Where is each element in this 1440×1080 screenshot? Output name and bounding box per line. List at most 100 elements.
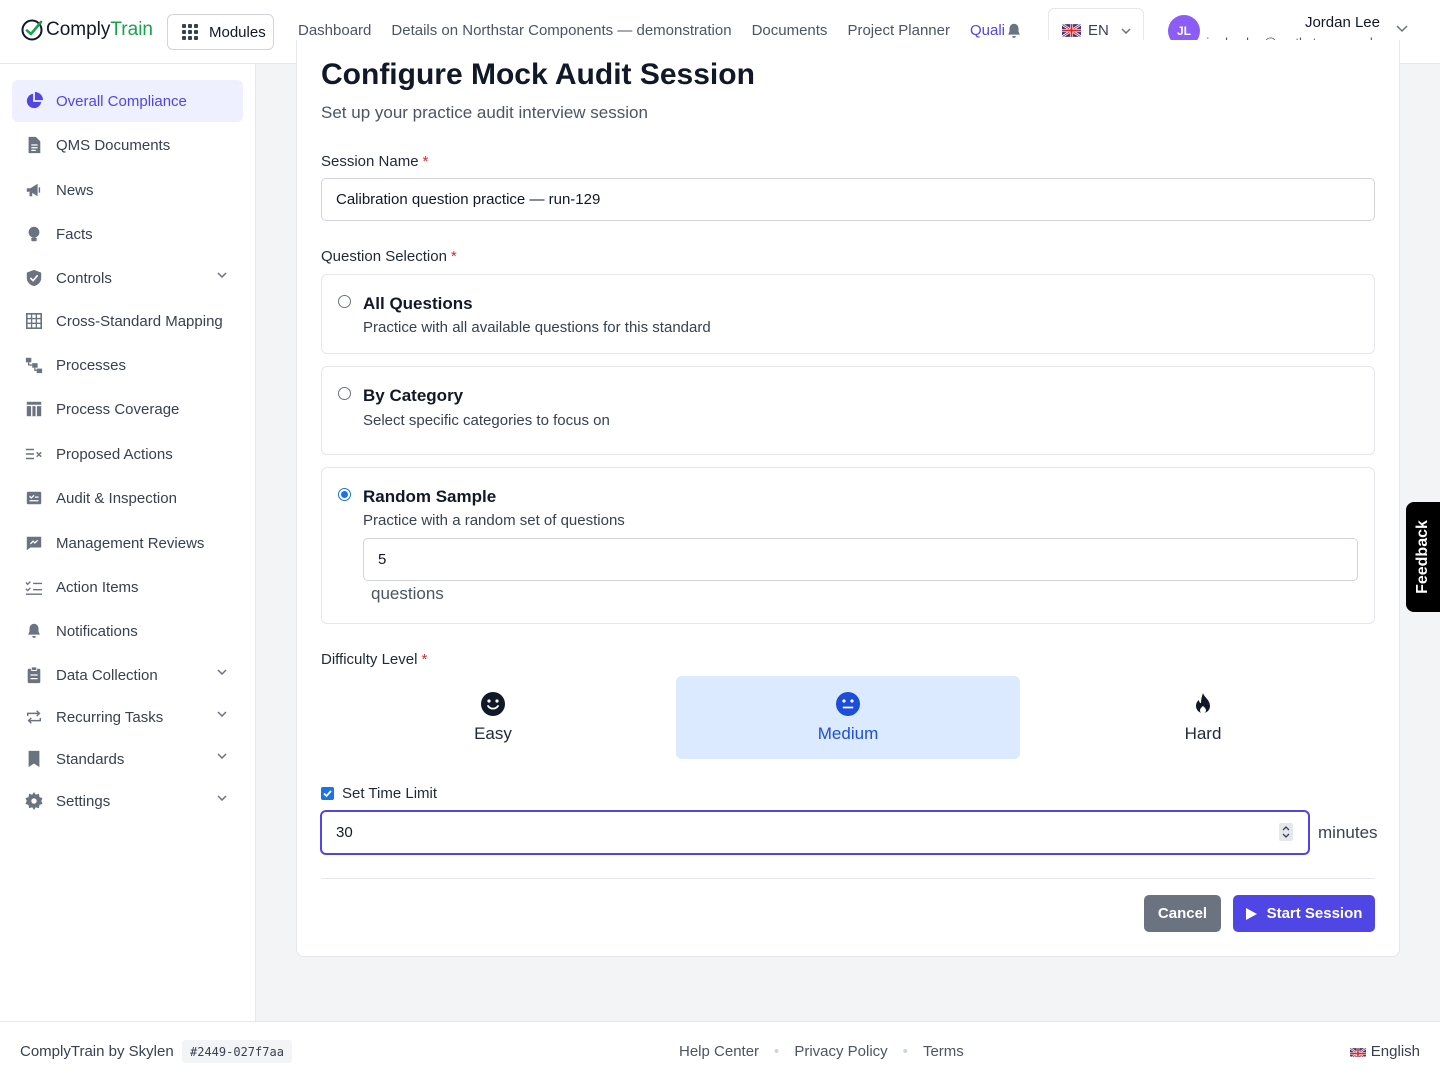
sidebar-item-action-items[interactable]: Action Items bbox=[12, 566, 243, 608]
difficulty-easy[interactable]: Easy bbox=[321, 676, 665, 759]
bell-icon bbox=[24, 621, 44, 641]
user-menu-chevron-icon[interactable] bbox=[1396, 25, 1408, 33]
nav-details[interactable]: Details on Northstar Components — demons… bbox=[391, 22, 731, 39]
option-title: All Questions bbox=[363, 294, 473, 313]
difficulty-medium[interactable]: Medium bbox=[676, 676, 1020, 759]
list-check-icon bbox=[24, 577, 44, 597]
top-nav: Dashboard Details on Northstar Component… bbox=[298, 22, 1013, 39]
sidebar-item-controls[interactable]: Controls bbox=[12, 257, 243, 299]
sidebar-item-qms-documents[interactable]: QMS Documents bbox=[12, 124, 243, 166]
number-spinner-icon[interactable] bbox=[1279, 823, 1293, 841]
clipboard-check-icon bbox=[24, 488, 44, 508]
bell-icon[interactable] bbox=[1005, 22, 1023, 40]
start-session-label: Start Session bbox=[1266, 905, 1363, 922]
cancel-button[interactable]: Cancel bbox=[1144, 895, 1221, 932]
option-title: By Category bbox=[363, 386, 464, 405]
table-grid-icon bbox=[24, 311, 44, 331]
lightbulb-icon bbox=[24, 224, 44, 244]
grid-icon bbox=[182, 24, 198, 40]
app-logo[interactable]: Comply Train bbox=[20, 18, 153, 42]
feedback-tab[interactable]: Feedback bbox=[1406, 502, 1440, 612]
shield-check-icon bbox=[24, 268, 44, 288]
sidebar-item-management-reviews[interactable]: Management Reviews bbox=[12, 522, 243, 564]
required-mark: * bbox=[422, 153, 429, 170]
difficulty-label: Difficulty Level * bbox=[321, 651, 428, 668]
radio-all-questions[interactable] bbox=[338, 295, 351, 308]
option-all-questions[interactable] bbox=[321, 274, 1375, 354]
sidebar-item-label: QMS Documents bbox=[56, 136, 171, 154]
nav-documents[interactable]: Documents bbox=[752, 22, 828, 39]
clipboard-icon bbox=[24, 665, 44, 685]
document-icon bbox=[24, 135, 44, 155]
terms-link[interactable]: Terms bbox=[923, 1043, 964, 1060]
minutes-suffix: minutes bbox=[1318, 823, 1378, 842]
play-icon bbox=[1245, 907, 1257, 920]
start-session-button[interactable]: Start Session bbox=[1233, 895, 1375, 932]
sidebar-item-notifications[interactable]: Notifications bbox=[12, 610, 243, 652]
help-center-link[interactable]: Help Center bbox=[679, 1043, 759, 1060]
time-limit-input[interactable] bbox=[321, 811, 1309, 854]
radio-by-category[interactable] bbox=[338, 387, 351, 400]
sidebar-item-settings[interactable]: Settings bbox=[12, 780, 243, 822]
difficulty-label-easy: Easy bbox=[474, 724, 512, 743]
bookmark-icon bbox=[24, 749, 44, 769]
privacy-policy-link[interactable]: Privacy Policy bbox=[794, 1043, 887, 1060]
sidebar-item-process-coverage[interactable]: Process Coverage bbox=[12, 388, 243, 430]
fire-icon bbox=[1196, 693, 1210, 714]
build-hash-badge: #2449-027f7aa bbox=[182, 1040, 292, 1063]
radio-random-sample[interactable] bbox=[338, 488, 351, 501]
nav-project-planner[interactable]: Project Planner bbox=[847, 22, 950, 39]
sidebar-item-label: Standards bbox=[56, 750, 125, 768]
sidebar: Overall Compliance QMS Documents News Fa… bbox=[0, 64, 256, 1021]
sidebar-item-data-collection[interactable]: Data Collection bbox=[12, 654, 243, 696]
sidebar-item-overall-compliance[interactable]: Overall Compliance bbox=[12, 80, 243, 122]
review-icon bbox=[24, 533, 44, 553]
check-circle-logo-icon bbox=[21, 19, 43, 41]
sidebar-item-standards[interactable]: Standards bbox=[12, 738, 243, 780]
difficulty-hard[interactable]: Hard bbox=[1031, 676, 1375, 759]
sidebar-item-proposed-actions[interactable]: Proposed Actions bbox=[12, 433, 243, 475]
sidebar-item-facts[interactable]: Facts bbox=[12, 213, 243, 255]
sidebar-item-recurring-tasks[interactable]: Recurring Tasks bbox=[12, 696, 243, 738]
footer-separator: • bbox=[902, 1043, 908, 1060]
footer-brand: ComplyTrain by Skylen bbox=[20, 1043, 174, 1060]
option-by-category[interactable] bbox=[321, 366, 1375, 455]
chevron-down-icon bbox=[217, 753, 227, 759]
sidebar-item-label: Proposed Actions bbox=[56, 445, 173, 463]
sidebar-item-cross-standard-mapping[interactable]: Cross-Standard Mapping bbox=[12, 300, 243, 342]
sidebar-item-label: Notifications bbox=[56, 622, 138, 640]
sidebar-item-label: News bbox=[56, 181, 94, 199]
checkmark-icon bbox=[323, 790, 332, 798]
gear-icon bbox=[24, 791, 44, 811]
footer-language-selector[interactable]: English bbox=[1349, 1043, 1420, 1060]
uk-flag-icon bbox=[1349, 1046, 1366, 1057]
repeat-icon bbox=[24, 707, 44, 727]
nav-quali[interactable]: Quali bbox=[970, 22, 1005, 39]
logo-text-part2: Train bbox=[110, 19, 153, 40]
session-name-label: Session Name * bbox=[321, 153, 429, 170]
neutral-face-icon bbox=[836, 692, 860, 716]
sidebar-item-news[interactable]: News bbox=[12, 169, 243, 211]
session-name-input[interactable] bbox=[321, 178, 1375, 221]
uk-flag-icon bbox=[1062, 24, 1081, 37]
list-x-icon bbox=[24, 444, 44, 464]
sidebar-item-label: Action Items bbox=[56, 578, 139, 596]
modules-button[interactable]: Modules bbox=[167, 14, 274, 50]
chevron-down-icon bbox=[217, 795, 227, 801]
sidebar-item-label: Recurring Tasks bbox=[56, 708, 164, 726]
footer: ComplyTrain by Skylen #2449-027f7aa Help… bbox=[0, 1021, 1440, 1080]
time-limit-label[interactable]: Set Time Limit bbox=[342, 785, 437, 802]
sidebar-item-label: Controls bbox=[56, 269, 112, 287]
user-name: Jordan Lee bbox=[1304, 14, 1380, 31]
footer-links: Help Center • Privacy Policy • Terms bbox=[679, 1043, 964, 1060]
language-code: EN bbox=[1088, 22, 1109, 39]
time-limit-checkbox[interactable] bbox=[321, 787, 334, 800]
sidebar-item-audit-inspection[interactable]: Audit & Inspection bbox=[12, 477, 243, 519]
nav-dashboard[interactable]: Dashboard bbox=[298, 22, 371, 39]
difficulty-label-medium: Medium bbox=[817, 724, 879, 743]
sidebar-item-processes[interactable]: Processes bbox=[12, 344, 243, 386]
footer-language-label: English bbox=[1370, 1043, 1420, 1060]
question-count-input[interactable] bbox=[363, 538, 1358, 581]
sidebar-item-label: Overall Compliance bbox=[56, 92, 187, 110]
process-flow-icon bbox=[24, 355, 44, 375]
